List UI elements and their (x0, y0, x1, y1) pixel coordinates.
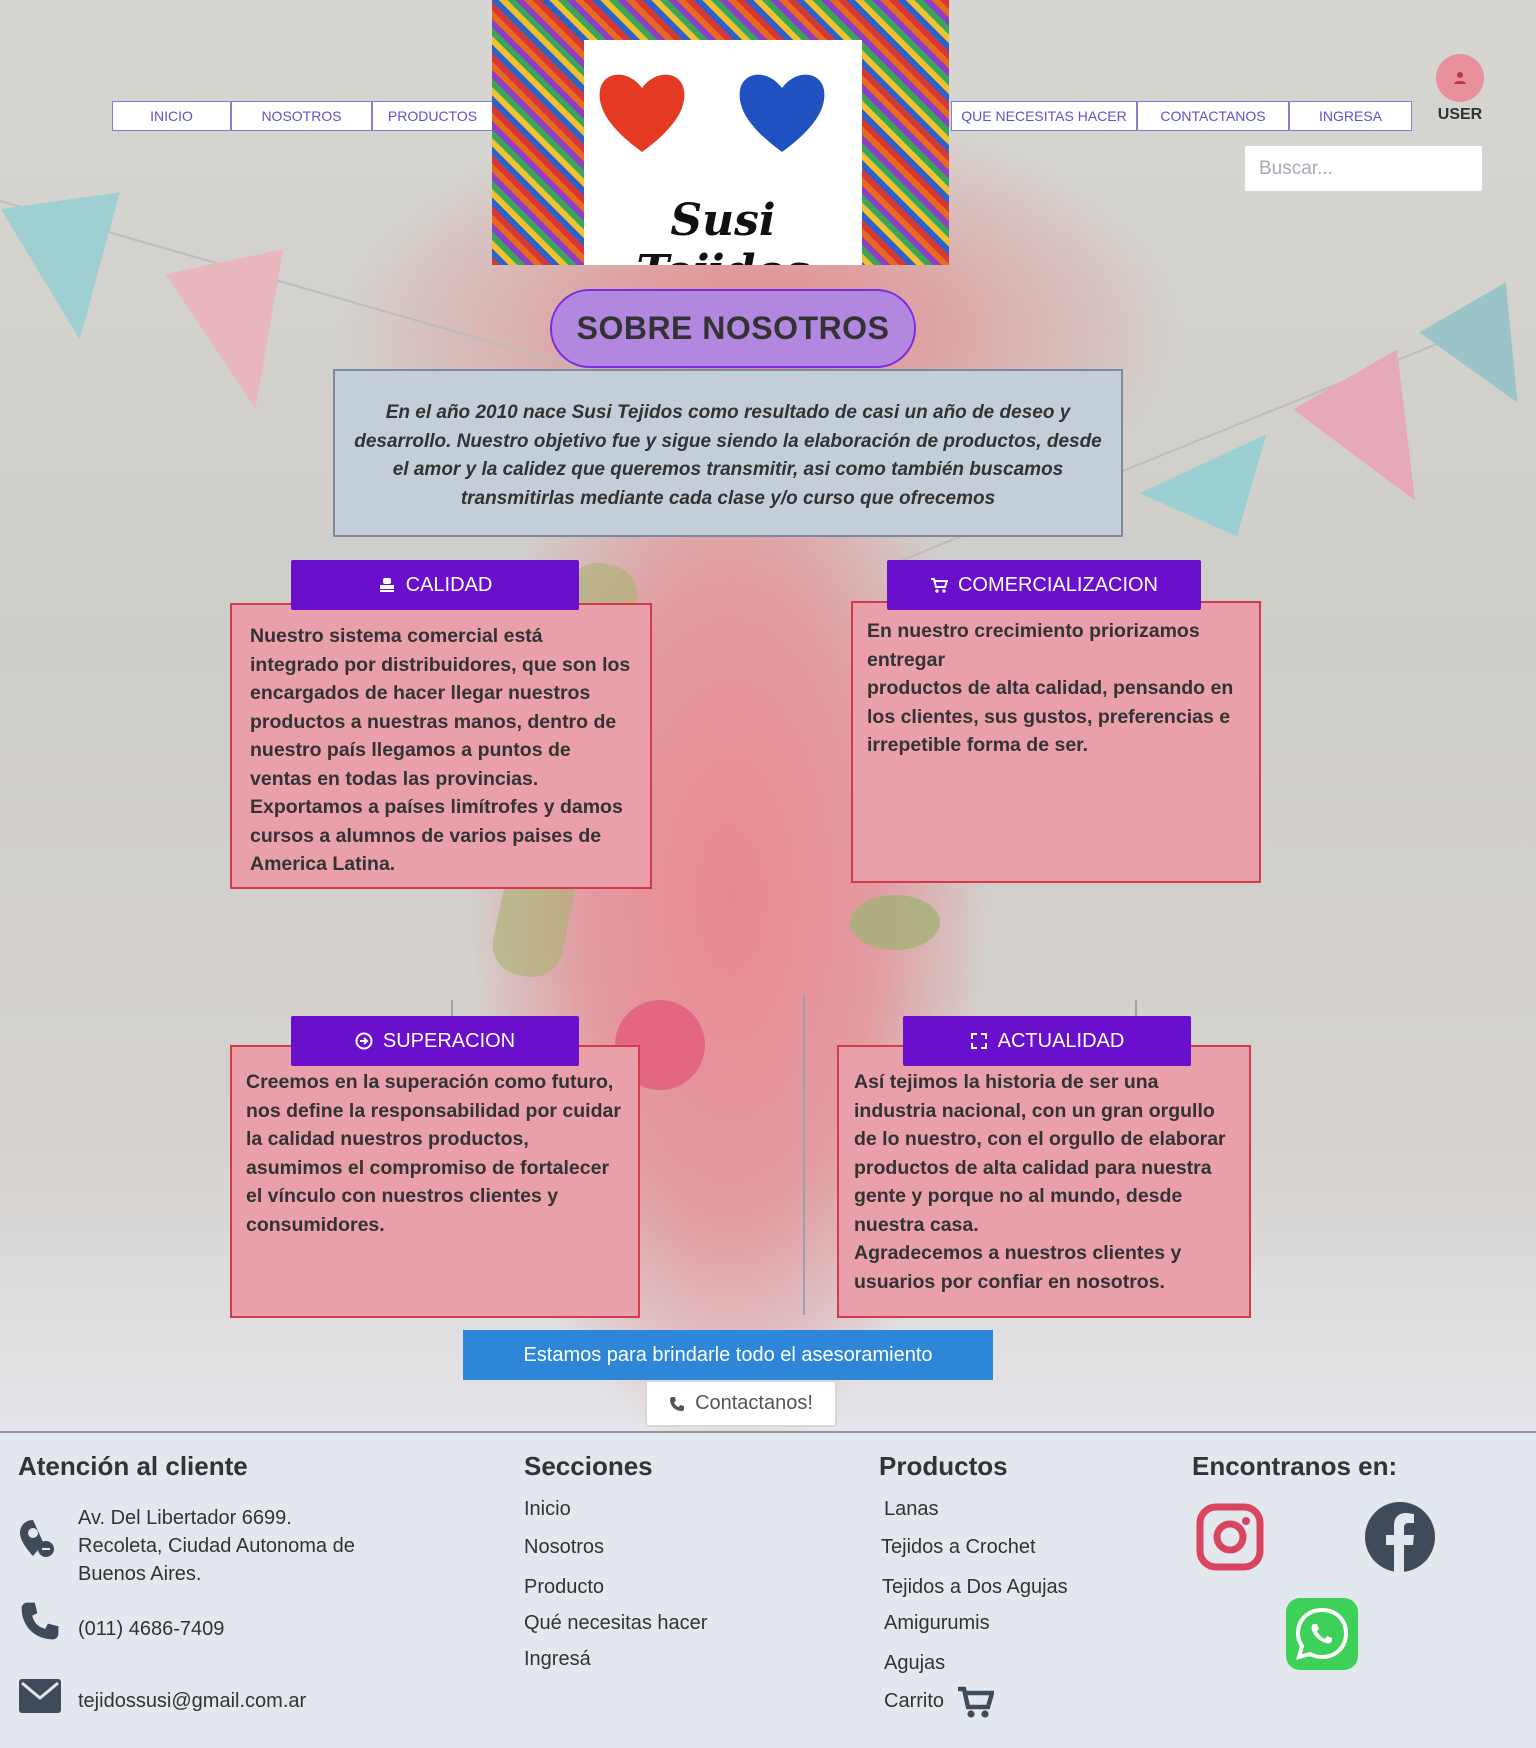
footer-email[interactable]: tejidossusi@gmail.com.ar (78, 1687, 306, 1715)
actualidad-card: Así tejimos la historia de ser una indus… (837, 1045, 1251, 1318)
tab-superacion: SUPERACION (291, 1016, 579, 1066)
footer-link-producto[interactable]: Producto (524, 1573, 604, 1601)
footer-link-nosotros[interactable]: Nosotros (524, 1533, 604, 1561)
footer-secciones-heading: Secciones (524, 1451, 653, 1481)
bunting-flag (1293, 349, 1467, 531)
whatsapp-icon[interactable] (1286, 1598, 1358, 1670)
stamp-icon (379, 578, 394, 592)
email-icon (19, 1679, 61, 1713)
page-title: SOBRE NOSOTROS (550, 289, 916, 368)
footer-link-tejidos-dos-agujas[interactable]: Tejidos a Dos Agujas (882, 1573, 1068, 1601)
footer-link-ingresa[interactable]: Ingresá (524, 1645, 591, 1673)
bunting-flag (1419, 282, 1536, 428)
cta-banner: Estamos para brindarle todo el asesorami… (463, 1330, 993, 1380)
carrito-cart-icon[interactable] (958, 1685, 994, 1719)
footer-link-que-necesitas-hacer[interactable]: Qué necesitas hacer (524, 1609, 707, 1637)
footer-phone-icon (21, 1602, 59, 1640)
user-button[interactable] (1436, 54, 1484, 102)
calidad-card: Nuestro sistema comercial está integrado… (230, 603, 652, 889)
connector-line (803, 995, 805, 1315)
user-icon (1454, 72, 1466, 84)
nav-ingresa[interactable]: INGRESA (1289, 101, 1412, 131)
comercializacion-card: En nuestro crecimiento priorizamos entre… (851, 601, 1261, 883)
logo-text: Susi Tejidos (636, 195, 809, 265)
nav-left: INICIO NOSOTROS PRODUCTOS (112, 101, 493, 131)
connector-line (451, 1000, 453, 1016)
footer-link-carrito[interactable]: Carrito (884, 1687, 944, 1715)
superacion-card: Creemos en la superación como futuro, no… (230, 1045, 640, 1318)
instagram-icon[interactable] (1196, 1503, 1264, 1571)
intro-text: En el año 2010 nace Susi Tejidos como re… (333, 369, 1123, 537)
tab-actualidad: ACTUALIDAD (903, 1016, 1191, 1066)
expand-icon (970, 1033, 987, 1049)
footer-link-amigurumis[interactable]: Amigurumis (884, 1609, 990, 1637)
nav-productos[interactable]: PRODUCTOS (372, 101, 493, 131)
user-label: USER (1437, 106, 1483, 123)
bunting-flag (165, 249, 315, 421)
tab-comercializacion-label: COMERCIALIZACION (957, 573, 1159, 596)
nav-contactanos[interactable]: CONTACTANOS (1137, 101, 1289, 131)
footer-address: Av. Del Libertador 6699. Recoleta, Ciuda… (78, 1507, 355, 1585)
tab-superacion-label: SUPERACION (382, 1029, 516, 1052)
tab-actualidad-label: ACTUALIDAD (997, 1029, 1125, 1052)
bunting-flag (0, 192, 140, 348)
contactanos-label: Contactanos! (695, 1392, 813, 1414)
nav-que-necesitas-hacer[interactable]: QUE NECESITAS HACER (951, 101, 1137, 131)
footer-link-inicio[interactable]: Inicio (524, 1495, 571, 1523)
phone-icon (670, 1396, 685, 1411)
tab-calidad-label: CALIDAD (405, 573, 493, 596)
nav-nosotros[interactable]: NOSOTROS (231, 101, 372, 131)
facebook-icon[interactable] (1364, 1501, 1436, 1573)
red-heart-icon (599, 74, 685, 152)
decor-dot (850, 895, 940, 950)
location-icon (20, 1520, 54, 1557)
site-logo[interactable]: Susi Tejidos (492, 0, 949, 265)
footer-encontranos-heading: Encontranos en: (1192, 1451, 1398, 1481)
footer-link-agujas[interactable]: Agujas (884, 1649, 945, 1677)
search-input[interactable] (1243, 144, 1484, 193)
contactanos-button[interactable]: Contactanos! (645, 1380, 837, 1427)
nav-inicio[interactable]: INICIO (112, 101, 231, 131)
arrow-circle-icon (355, 1032, 373, 1050)
footer-phone: (011) 4686-7409 (78, 1618, 225, 1640)
footer: Atención al cliente Av. Del Libertador 6… (0, 1431, 1536, 1748)
footer-link-lanas[interactable]: Lanas (884, 1495, 939, 1523)
tab-comercializacion: COMERCIALIZACION (887, 560, 1201, 610)
cart-icon (930, 578, 948, 593)
footer-link-tejidos-crochet[interactable]: Tejidos a Crochet (881, 1533, 1036, 1561)
nav-right: QUE NECESITAS HACER CONTACTANOS INGRESA (951, 101, 1412, 131)
connector-line (1135, 1000, 1137, 1016)
tab-calidad: CALIDAD (291, 560, 579, 610)
footer-productos-heading: Productos (879, 1451, 1008, 1481)
blue-heart-icon (739, 74, 825, 152)
footer-atencion-heading: Atención al cliente (18, 1451, 248, 1481)
